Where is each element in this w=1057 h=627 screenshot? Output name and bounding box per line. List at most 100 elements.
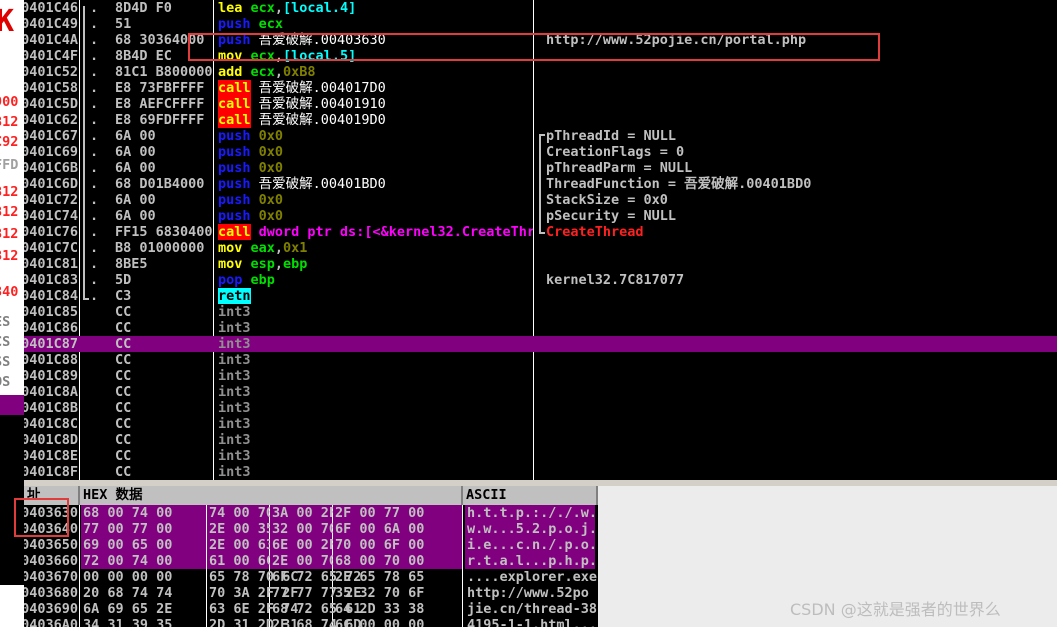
instruction-token: 0x0: [258, 208, 284, 224]
disasm-row[interactable]: 00401C88 CC int3: [24, 352, 1057, 368]
address: 00401C4F: [24, 48, 78, 64]
hex-bytes: 5D: [115, 272, 132, 288]
instruction-token: int3: [218, 432, 251, 448]
instruction-token: 0xB8: [283, 64, 316, 80]
left-fragment-text: SS: [0, 354, 11, 370]
instruction-token: 0x0: [258, 192, 284, 208]
disasm-row[interactable]: 00401C8E CC int3: [24, 448, 1057, 464]
left-fragment-text: DS: [0, 374, 11, 390]
address: 00401C6B: [24, 160, 78, 176]
address: 00401C84: [24, 288, 78, 304]
instruction: mov esp,ebp: [218, 256, 533, 272]
dump-address: 00403680: [24, 585, 78, 601]
instruction: int3: [218, 416, 533, 432]
instruction: int3: [218, 400, 533, 416]
disasm-row[interactable]: 00401C81. 8BE5 mov esp,ebp: [24, 256, 1057, 272]
instruction-token: ebp: [283, 256, 308, 272]
instruction: int3: [218, 448, 533, 464]
disasm-row[interactable]: 00401C84. C3 retn: [24, 288, 1057, 304]
dump-row[interactable]: 004036A0 34 31 39 35 2D 31 2D 312E 68 74 6…: [24, 617, 598, 627]
hex-group: 2D 31 2D 31: [209, 617, 299, 627]
address: 00401C8B: [24, 400, 78, 416]
address: 00401C6D: [24, 176, 78, 192]
disasm-row[interactable]: 00401C86 CC int3: [24, 320, 1057, 336]
instruction-token: ,: [274, 240, 284, 256]
instruction-token: 0x1: [283, 240, 308, 256]
instruction-token: add: [218, 64, 251, 80]
address: 00401C8F: [24, 464, 78, 480]
dump-row[interactable]: 00403690 6A 69 65 2E 63 6E 2F 7468 72 65 6…: [24, 601, 598, 617]
disasm-row[interactable]: 00401C58. E8 73FBFFFF call 吾爱破解.004017D0: [24, 80, 1057, 96]
header-ascii[interactable]: ASCII: [463, 486, 598, 505]
disasm-row[interactable]: 00401C89 CC int3: [24, 368, 1057, 384]
instruction: pop ebp: [218, 272, 533, 288]
disassembly-pane[interactable]: 00401C46.8D4D F0lea ecx,[local.4]00401C4…: [24, 0, 1057, 480]
hex-group: 00 00 00 00: [83, 569, 173, 585]
disasm-row[interactable]: 00401C8C CC int3: [24, 416, 1057, 432]
dump-row[interactable]: 00403670 00 00 00 00 65 78 70 6C6F 72 65 7…: [24, 569, 598, 585]
jump-marker: .: [90, 240, 99, 256]
instruction: push 0x0: [218, 128, 533, 144]
jump-marker: .: [90, 176, 99, 192]
hex-group: 70 3A 2F 2F: [209, 585, 299, 601]
disasm-row[interactable]: 00401C85 CC int3: [24, 304, 1057, 320]
instruction-token: 0x0: [258, 144, 284, 160]
instruction: push 吾爱破解.00401BD0: [218, 176, 533, 192]
instruction-token: 吾爱破解.004017D0: [258, 80, 386, 96]
dump-row[interactable]: 00403680 20 68 74 74 70 3A 2F 2F77 77 77 2…: [24, 585, 598, 601]
hex-bytes: 6A 00: [115, 208, 156, 224]
instruction-token: 0x0: [258, 160, 284, 176]
disasm-row[interactable]: 00401C83. 5D pop ebp kernel32.7C817077: [24, 272, 1057, 288]
hex-bytes: E8 AEFCFFFF: [115, 96, 205, 112]
address: 00401C72: [24, 192, 78, 208]
instruction: push 0x0: [218, 160, 533, 176]
header-hex[interactable]: HEX 数据: [80, 486, 463, 505]
disasm-row[interactable]: 00401C49. 51 push ecx: [24, 16, 1057, 32]
hex-bytes: B8 01000000: [115, 240, 205, 256]
instruction-token: 吾爱破解.00401BD0: [258, 176, 386, 192]
disasm-row[interactable]: 00401C8F CC int3: [24, 464, 1057, 480]
hex-group: 6F 72 65 72: [272, 569, 362, 585]
instruction: int3: [218, 368, 533, 384]
disasm-row[interactable]: 00401C8D CC int3: [24, 432, 1057, 448]
instruction-token: [251, 80, 259, 96]
hex-group: 2E 65 78 65: [335, 569, 425, 585]
instruction-token: ,: [274, 0, 284, 16]
address: 00401C8C: [24, 416, 78, 432]
dump-row[interactable]: 0040363068 00 74 0074 00 70 003A 00 2F 0…: [24, 505, 598, 521]
disasm-row[interactable]: 00401C62. E8 69FDFFFF call 吾爱破解.004019D0: [24, 112, 1057, 128]
jump-marker: .: [90, 0, 99, 16]
disasm-row[interactable]: 00401C8A CC int3: [24, 384, 1057, 400]
dump-row[interactable]: 0040364077 00 77 002E 00 35 0032 00 70 0…: [24, 521, 598, 537]
dump-row[interactable]: 0040366072 00 74 0061 00 6C 002E 00 70 0…: [24, 553, 598, 569]
disasm-row[interactable]: 00401C87 CC int3: [24, 336, 1057, 352]
instruction-token: [251, 96, 259, 112]
dump-row[interactable]: 0040365069 00 65 002E 00 63 006E 00 2F 0…: [24, 537, 598, 553]
hex-group: 20 68 74 74: [83, 585, 173, 601]
instruction-token: ,: [274, 256, 284, 272]
instruction-token: lea: [218, 0, 251, 16]
disasm-row[interactable]: 00401C52. 81C1 B8000000 add ecx,0xB8: [24, 64, 1057, 80]
instruction: int3: [218, 464, 533, 480]
disasm-row[interactable]: 00401C46. 8D4D F0 lea ecx,[local.4]: [24, 0, 1057, 16]
disasm-row[interactable]: 00401C5D. E8 AEFCFFFF call 吾爱破解.00401910: [24, 96, 1057, 112]
instruction-token: push: [218, 128, 259, 144]
hex-group: 6E 00 2F 00: [270, 537, 362, 553]
comment: pThreadId = NULL: [546, 128, 677, 144]
jump-marker: .: [90, 80, 99, 96]
hex-group: 2F 00 77 00: [333, 505, 462, 521]
hex-group: 2E 00 63 00: [207, 537, 299, 553]
hex-bytes: 68 D01B4000: [115, 176, 205, 192]
hex-group: 77 77 77 2E: [272, 585, 362, 601]
disasm-row[interactable]: 00401C7C. B8 01000000 mov eax,0x1: [24, 240, 1057, 256]
jump-marker: .: [90, 144, 99, 160]
address: 00401C52: [24, 64, 78, 80]
instruction-token: [251, 224, 259, 240]
comment: CreateThread: [546, 224, 644, 240]
instruction-token: esp: [250, 256, 275, 272]
disasm-row[interactable]: 00401C8B CC int3: [24, 400, 1057, 416]
instruction-token: int3: [218, 464, 251, 480]
instruction-token: push: [218, 208, 259, 224]
instruction: add ecx,0xB8: [218, 64, 533, 80]
instruction-token: eax: [250, 240, 275, 256]
